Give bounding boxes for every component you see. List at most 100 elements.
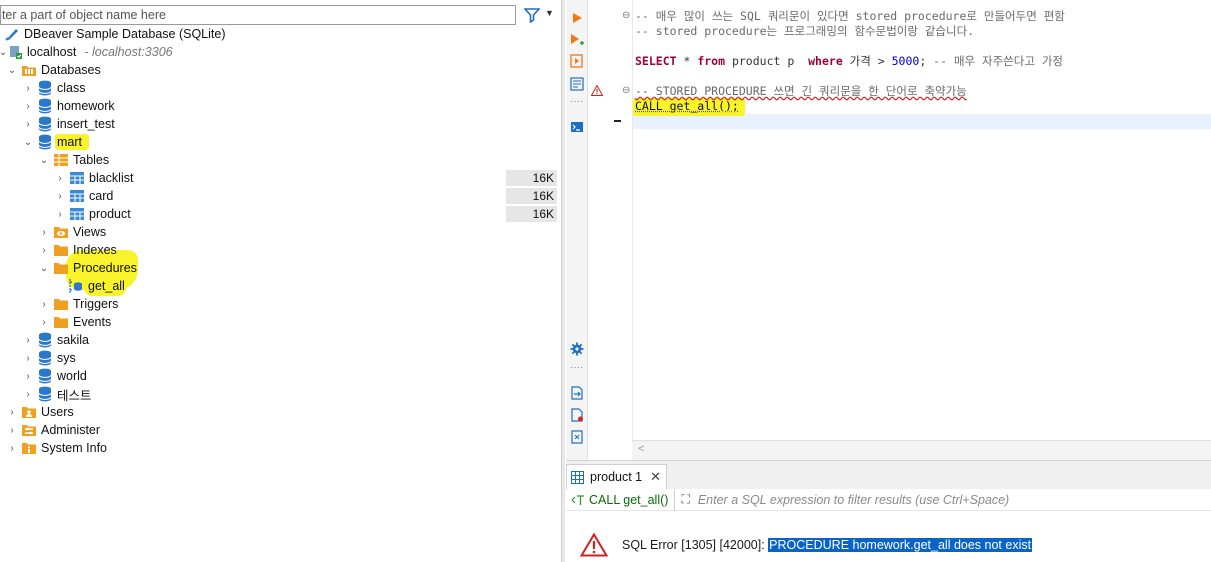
- mysql-connection-icon: [7, 44, 23, 60]
- code-line-4: SELECT * from product p where 가격 > 5000;…: [635, 54, 1063, 69]
- tree-item-sample-db[interactable]: DBeaver Sample Database (SQLite): [4, 25, 225, 43]
- export-results-button[interactable]: [569, 385, 585, 401]
- chevron-right-icon[interactable]: ›: [54, 169, 66, 187]
- new-script-button[interactable]: [569, 407, 585, 423]
- chevron-right-icon[interactable]: ›: [22, 385, 34, 403]
- chevron-right-icon[interactable]: ›: [6, 403, 18, 421]
- grid-icon: [571, 470, 584, 484]
- fold-collapse-icon[interactable]: ⊖: [622, 85, 630, 96]
- chevron-down-icon[interactable]: ⌄: [6, 61, 18, 79]
- code-comment: -- 매우 자주쓴다고 가정: [926, 54, 1064, 68]
- tree-item-db-class[interactable]: › class: [22, 79, 85, 97]
- chevron-right-icon[interactable]: ›: [22, 367, 34, 385]
- export-icon: [571, 386, 583, 400]
- tree-item-localhost[interactable]: ⌄ localhost - localhost:3306: [0, 43, 173, 61]
- fold-collapse-icon[interactable]: ⊖: [622, 10, 630, 21]
- open-terminal-button[interactable]: [569, 119, 585, 135]
- tree-label: 테스트: [57, 388, 92, 403]
- horizontal-scrollbar[interactable]: <: [632, 440, 1211, 460]
- tree-item-proc-get-all[interactable]: get_all: [66, 277, 125, 295]
- table-size-badge: 16K: [506, 188, 557, 204]
- tree-item-databases[interactable]: ⌄ Databases: [6, 61, 101, 79]
- chevron-down-icon[interactable]: ⌄: [22, 133, 34, 151]
- tab-product-1[interactable]: product 1 ✕: [566, 464, 667, 489]
- format-sql-button[interactable]: [569, 429, 585, 445]
- tree-item-db-test[interactable]: › 테스트: [22, 385, 92, 403]
- filter-settings-button[interactable]: ▼: [520, 5, 556, 25]
- chevron-right-icon[interactable]: ›: [38, 295, 50, 313]
- chevron-down-icon[interactable]: ⌄: [38, 151, 50, 169]
- scroll-left-icon[interactable]: <: [638, 443, 644, 455]
- code-line-2: -- stored procedure는 프로그래밍의 함수문법이랑 같습니다.: [635, 24, 975, 38]
- chevron-right-icon[interactable]: ›: [6, 421, 18, 439]
- sql-keyword: from: [697, 54, 726, 68]
- table-size-badge: 16K: [506, 206, 557, 222]
- tree-label: System Info: [41, 441, 107, 455]
- tree-item-db-world[interactable]: › world: [22, 367, 87, 385]
- chevron-right-icon[interactable]: ›: [22, 97, 34, 115]
- tab-label: product 1: [590, 470, 643, 484]
- tree-item-views[interactable]: › Views: [38, 223, 106, 241]
- code-text: product p: [725, 54, 809, 68]
- variables-icon: [571, 430, 583, 444]
- tree-label: Views: [73, 225, 107, 239]
- chevron-right-icon[interactable]: ›: [54, 187, 66, 205]
- chevron-right-icon[interactable]: ›: [38, 313, 50, 331]
- query-text-button[interactable]: CALL get_all(): [566, 488, 676, 511]
- tree-item-table-blacklist[interactable]: › blacklist: [54, 169, 133, 187]
- tree-item-events[interactable]: › Events: [38, 313, 111, 331]
- tree-label: blacklist: [89, 171, 134, 185]
- execute-in-new-tab-button[interactable]: [569, 32, 585, 48]
- code-line-6: -- STORED PROCEDURE 쓰면 긴 쿼리문을 한 단어로 축약가능: [635, 84, 967, 98]
- database-icon: [37, 80, 53, 96]
- chevron-right-icon[interactable]: ›: [54, 205, 66, 223]
- execute-script-button[interactable]: [569, 53, 585, 69]
- tree-item-table-product[interactable]: › product: [54, 205, 130, 223]
- tree-item-triggers[interactable]: › Triggers: [38, 295, 118, 313]
- tree-item-table-card[interactable]: › card: [54, 187, 113, 205]
- tree-item-db-homework[interactable]: › homework: [22, 97, 115, 115]
- tree-item-indexes[interactable]: › Indexes: [38, 241, 116, 259]
- tree-item-db-sakila[interactable]: › sakila: [22, 331, 89, 349]
- chevron-right-icon[interactable]: ›: [22, 331, 34, 349]
- tree-label: insert_test: [57, 117, 115, 131]
- editor-settings-button[interactable]: [569, 341, 585, 357]
- folder-icon: [53, 260, 69, 276]
- close-icon[interactable]: ✕: [650, 469, 661, 485]
- administer-folder-icon: [21, 422, 37, 438]
- table-size-badge: 16K: [506, 170, 557, 186]
- chevron-right-icon[interactable]: ›: [38, 223, 50, 241]
- chevron-right-icon[interactable]: ›: [6, 439, 18, 457]
- play-icon: [573, 13, 582, 23]
- navigator-filter-input[interactable]: [1, 6, 513, 24]
- tree-item-administer[interactable]: › Administer: [6, 421, 100, 439]
- navigator-filter-box[interactable]: [0, 5, 516, 25]
- tree-item-procedures[interactable]: ⌄ Procedures: [38, 259, 137, 277]
- tree-item-db-sys[interactable]: › sys: [22, 349, 76, 367]
- results-filter-input[interactable]: [697, 492, 1128, 507]
- execute-statement-button[interactable]: [569, 10, 585, 26]
- tree-item-db-insert-test[interactable]: › insert_test: [22, 115, 115, 133]
- code-text: 가격 >: [842, 54, 892, 68]
- code-text: *: [676, 54, 698, 68]
- sqlite-db-icon: [4, 26, 20, 42]
- tree-item-tables[interactable]: ⌄ Tables: [38, 151, 109, 169]
- tree-item-db-mart[interactable]: ⌄ mart: [22, 133, 82, 151]
- error-message[interactable]: SQL Error [1305] [42000]: PROCEDURE home…: [622, 538, 1033, 552]
- database-icon: [37, 332, 53, 348]
- chevron-right-icon[interactable]: ›: [22, 115, 34, 133]
- chevron-down-icon[interactable]: ⌄: [0, 43, 7, 61]
- explain-plan-button[interactable]: [569, 76, 585, 92]
- sql-code-area[interactable]: -- 매우 많이 쓰는 SQL 쿼리문이 있다면 stored procedur…: [632, 0, 1211, 440]
- panel-splitter[interactable]: [561, 0, 565, 562]
- chevron-down-icon[interactable]: ⌄: [38, 259, 50, 277]
- chevron-right-icon[interactable]: ›: [22, 349, 34, 367]
- expand-filter-icon[interactable]: ⛶: [681, 492, 689, 507]
- tree-item-system-info[interactable]: › System Info: [6, 439, 107, 457]
- tree-item-users[interactable]: › Users: [6, 403, 73, 421]
- tree-label: mart: [57, 135, 82, 149]
- script-icon: [570, 54, 583, 68]
- database-icon: [37, 116, 53, 132]
- chevron-right-icon[interactable]: ›: [22, 79, 34, 97]
- chevron-right-icon[interactable]: ›: [38, 241, 50, 259]
